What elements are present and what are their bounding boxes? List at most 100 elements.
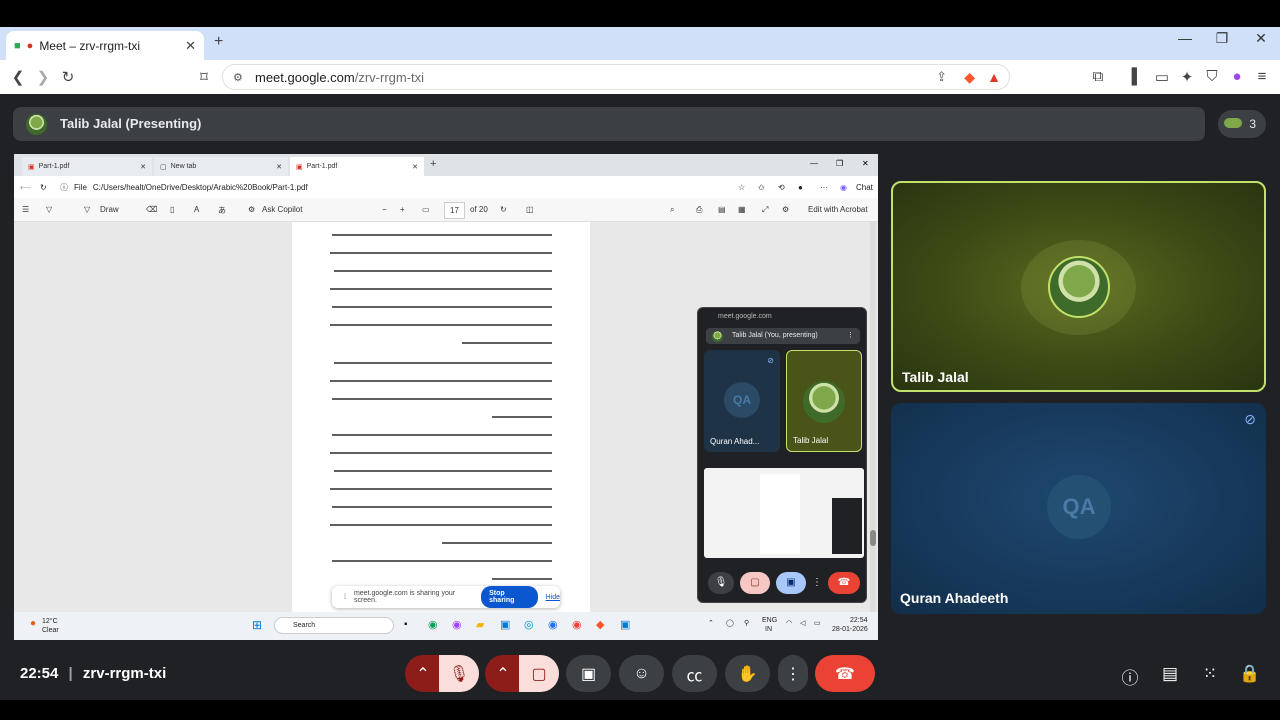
restore-icon[interactable]: ❐ — [836, 159, 843, 168]
save-as-icon[interactable]: ▦ — [738, 205, 746, 214]
edge-icon[interactable]: ◉ — [428, 618, 438, 631]
zoom-out-icon[interactable]: − — [382, 205, 387, 214]
new-tab-icon[interactable]: + — [430, 158, 436, 170]
history-icon[interactable]: ⟲ — [778, 183, 785, 192]
battery-icon[interactable]: ▭ — [814, 619, 821, 627]
browser-tab-meet[interactable]: ■ ● Meet – zrv-rrgm-txi ✕ — [6, 31, 204, 60]
hide-link[interactable]: Hide — [546, 594, 560, 601]
task-view-icon[interactable]: ▪ — [404, 619, 408, 630]
address-bar[interactable]: ⚙ meet.google.com/zrv-rrgm-txi ⇪ ◆ ▲ — [222, 64, 1010, 90]
host-controls-icon[interactable]: 🔒 — [1238, 664, 1262, 684]
pip-end-call-button[interactable]: ☎ — [828, 572, 860, 594]
present-button[interactable]: ▣ — [566, 655, 611, 692]
reload-icon[interactable]: ↻ — [40, 183, 47, 192]
explorer-icon[interactable]: ▰ — [476, 618, 484, 631]
draw-label[interactable]: Draw — [100, 205, 119, 214]
tray-app-icon[interactable]: ◯ — [726, 619, 734, 627]
leo-ai-icon[interactable]: ✦ — [1177, 68, 1197, 86]
menu-icon[interactable]: ≡ — [1252, 68, 1272, 85]
wifi-icon[interactable]: ◠ — [786, 619, 792, 627]
highlight-icon[interactable]: ▽ — [46, 205, 52, 214]
read-aloud-icon[interactable]: A — [194, 205, 199, 214]
pip-mic-button[interactable]: 🎙 — [708, 572, 734, 594]
audio-options-button[interactable]: ⌃ — [405, 655, 441, 692]
zoom-in-icon[interactable]: + — [400, 205, 405, 214]
shared-tab[interactable]: ▣ Part-1.pdf ✕ — [22, 157, 152, 176]
drag-handle-icon[interactable]: ⁞ — [344, 594, 346, 601]
copilot-icon[interactable]: ◉ — [840, 183, 847, 192]
pip-present-button[interactable]: ▣ — [776, 572, 806, 594]
two-page-icon[interactable]: ◫ — [526, 205, 534, 214]
minimize-icon[interactable]: — — [1170, 30, 1200, 46]
save-icon[interactable]: ▤ — [718, 205, 726, 214]
taskbar-time[interactable]: 22:54 — [850, 617, 868, 624]
taskbar-date[interactable]: 28-01-2026 — [832, 626, 868, 633]
volume-icon[interactable]: ◁ — [800, 619, 805, 627]
participant-tile-talib[interactable]: Talib Jalal — [891, 181, 1266, 392]
raise-hand-button[interactable]: ✋ — [725, 655, 770, 692]
screenshot-icon[interactable]: ⧉ — [1088, 68, 1108, 85]
draw-icon[interactable]: ▽ — [84, 205, 90, 214]
close-tab-icon[interactable]: ✕ — [412, 163, 418, 171]
taskbar-search[interactable]: Search — [274, 617, 394, 634]
store-icon[interactable]: ▣ — [500, 618, 510, 631]
back-icon[interactable]: ❮ — [8, 68, 28, 86]
favorites-icon[interactable]: ✩ — [758, 183, 765, 192]
scrollbar-thumb[interactable] — [870, 530, 876, 546]
settings-icon[interactable]: ⚙ — [782, 205, 789, 214]
close-tab-icon[interactable]: ✕ — [276, 163, 282, 171]
vpn-icon[interactable]: ⛉ — [1202, 68, 1222, 85]
activities-icon[interactable]: ⁙ — [1198, 664, 1222, 684]
restore-icon[interactable]: ❐ — [1207, 30, 1237, 47]
camera-off-button[interactable]: ▢ — [519, 655, 559, 692]
star-icon[interactable]: ☆ — [738, 183, 745, 192]
chat-icon[interactable]: ▤ — [1158, 664, 1182, 684]
edit-with-acrobat[interactable]: Edit with Acrobat — [808, 205, 868, 214]
rotate-icon[interactable]: ↻ — [500, 205, 507, 214]
view-icon[interactable]: ▯ — [170, 205, 174, 214]
search-icon[interactable]: ⌕ — [670, 205, 674, 215]
more-icon[interactable]: ··· — [820, 183, 828, 192]
shared-tab[interactable]: ▢ New tab ✕ — [154, 157, 288, 176]
end-call-button[interactable]: ☎ — [815, 655, 875, 692]
profile-icon[interactable]: ● — [1227, 68, 1247, 85]
captions-button[interactable]: ㏄ — [672, 655, 717, 692]
mic-off-button[interactable]: 🎙 — [439, 655, 479, 692]
shared-address-bar[interactable]: ⟵ ↻ ⓘ File C:/Users/healt/OneDrive/Deskt… — [14, 176, 878, 198]
pip-more-button[interactable]: ⋮ — [810, 572, 824, 594]
info-icon[interactable]: ⓘ — [1118, 664, 1142, 689]
fullscreen-icon[interactable]: ⤢ — [762, 205, 768, 215]
close-tab-icon[interactable]: ✕ — [140, 163, 146, 171]
close-window-icon[interactable]: ✕ — [862, 159, 869, 168]
outlook-icon[interactable]: ▣ — [620, 618, 630, 631]
share-icon[interactable]: ⇪ — [936, 69, 947, 85]
translate-icon[interactable]: あ — [218, 205, 226, 216]
close-tab-icon[interactable]: ✕ — [185, 38, 196, 54]
chrome-icon[interactable]: ◉ — [572, 618, 582, 631]
scrollbar[interactable] — [870, 222, 876, 612]
mic-tray-icon[interactable]: ⚲ — [744, 619, 749, 627]
brave-rewards-icon[interactable]: ▲ — [987, 69, 1001, 85]
shared-tab-active[interactable]: ▣ Part-1.pdf ✕ — [290, 157, 424, 176]
print-icon[interactable]: ⎙ — [696, 205, 702, 215]
brave-icon[interactable]: ◆ — [596, 618, 604, 631]
close-window-icon[interactable]: ✕ — [1246, 30, 1276, 47]
chat-label[interactable]: Chat — [856, 183, 873, 192]
fit-icon[interactable]: ▭ — [422, 205, 430, 214]
reload-icon[interactable]: ↻ — [58, 68, 78, 86]
photos-icon[interactable]: ◉ — [548, 618, 558, 631]
reactions-button[interactable]: ☺ — [619, 655, 664, 692]
participant-tile-quran[interactable]: ⊘ QA Quran Ahadeeth — [891, 403, 1266, 614]
page-number-input[interactable]: 17 — [444, 202, 465, 219]
pip-camera-off-button[interactable]: ▢ — [740, 572, 770, 594]
sidebar-icon[interactable]: ▌ — [1127, 68, 1147, 85]
ask-copilot-label[interactable]: Ask Copilot — [262, 205, 302, 214]
start-icon[interactable]: ⊞ — [252, 618, 262, 632]
bookmark-icon[interactable]: ⌑ — [194, 68, 214, 86]
more-options-button[interactable]: ⋮ — [778, 655, 808, 692]
forward-icon[interactable]: ❯ — [33, 68, 53, 86]
tray-chevron-icon[interactable]: ⌃ — [708, 619, 714, 627]
new-tab-icon[interactable]: + — [214, 33, 223, 51]
stop-sharing-button[interactable]: Stop sharing — [481, 586, 538, 608]
participants-button[interactable]: 3 — [1218, 110, 1266, 138]
